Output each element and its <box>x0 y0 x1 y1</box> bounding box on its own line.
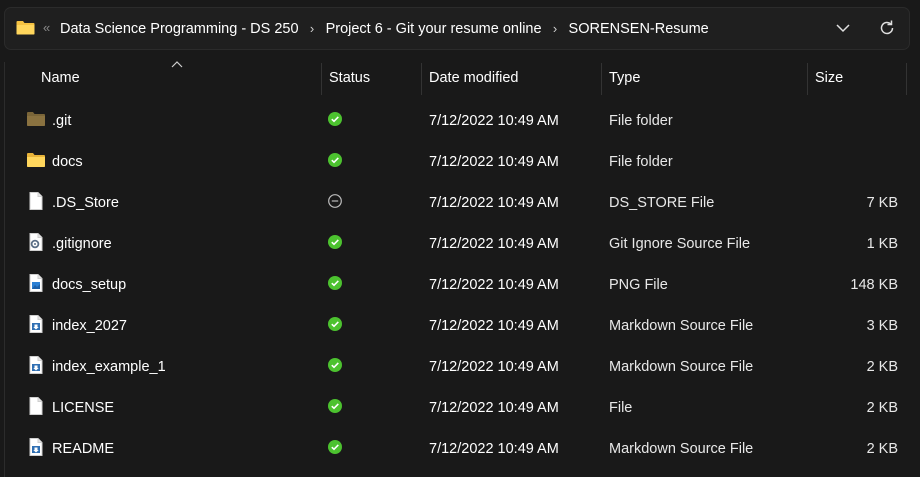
breadcrumb: Data Science Programming - DS 250 › Proj… <box>60 8 709 49</box>
file-explorer-window: « Data Science Programming - DS 250 › Pr… <box>0 0 920 477</box>
sync-status-excluded-icon <box>328 194 342 208</box>
file-type: Markdown Source File <box>609 441 754 457</box>
column-divider[interactable] <box>807 63 808 95</box>
breadcrumb-separator-chevron-icon[interactable]: › <box>299 21 326 36</box>
sync-status-check-icon <box>328 112 342 126</box>
column-header-date-modified[interactable]: Date modified <box>429 68 518 88</box>
column-divider[interactable] <box>421 63 422 95</box>
sync-status-check-icon <box>328 317 342 331</box>
folder-icon <box>16 21 35 35</box>
breadcrumb-item-current[interactable]: SORENSEN-Resume <box>569 21 709 37</box>
file-date-modified: 7/12/2022 10:49 AM <box>429 236 559 252</box>
blank-file-icon <box>29 397 43 415</box>
file-date-modified: 7/12/2022 10:49 AM <box>429 154 559 170</box>
file-type: DS_STORE File <box>609 195 715 211</box>
breadcrumb-item[interactable]: Project 6 - Git your resume online <box>326 21 542 37</box>
file-type: Git Ignore Source File <box>609 236 751 252</box>
file-row[interactable]: .git 7/12/2022 10:49 AM File folder <box>0 100 920 141</box>
file-row[interactable]: docs 7/12/2022 10:49 AM File folder <box>0 141 920 182</box>
file-date-modified: 7/12/2022 10:49 AM <box>429 400 559 416</box>
column-header-size[interactable]: Size <box>815 68 843 88</box>
blank-file-icon <box>29 192 43 210</box>
file-row[interactable]: LICENSE 7/12/2022 10:49 AM File 2 KB <box>0 387 920 428</box>
column-header-row: Name Status Date modified Type Size <box>0 57 920 99</box>
sync-status-check-icon <box>328 276 342 290</box>
sort-ascending-icon <box>171 61 183 68</box>
sync-status-check-icon <box>328 399 342 413</box>
file-date-modified: 7/12/2022 10:49 AM <box>429 318 559 334</box>
file-size: 148 KB <box>850 277 898 293</box>
file-type: PNG File <box>609 277 668 293</box>
sync-status-check-icon <box>328 153 342 167</box>
file-name: LICENSE <box>52 400 115 416</box>
file-row[interactable]: index_2027 7/12/2022 10:49 AM Markdown Sou… <box>0 305 920 346</box>
file-row[interactable]: index_example_1 7/12/2022 10:49 AM Markdow… <box>0 346 920 387</box>
file-name: docs <box>52 154 83 170</box>
file-row[interactable]: .DS_Store 7/12/2022 10:49 AM DS_STORE File… <box>0 182 920 223</box>
file-name: .gitignore <box>52 236 112 252</box>
markdown-file-icon <box>29 438 43 456</box>
file-row[interactable]: README 7/12/2022 10:49 AM Markdown Source … <box>0 428 920 469</box>
file-date-modified: 7/12/2022 10:49 AM <box>429 195 559 211</box>
file-type: Markdown Source File <box>609 318 754 334</box>
sync-status-check-icon <box>328 440 342 454</box>
file-name: index_example_1 <box>52 359 166 375</box>
breadcrumb-overflow-button[interactable]: « <box>43 19 50 37</box>
file-type: File folder <box>609 113 673 129</box>
column-divider[interactable] <box>906 63 907 95</box>
file-size: 2 KB <box>866 359 898 375</box>
file-list: .git 7/12/2022 10:49 AM File folder docs 7/1… <box>0 100 920 469</box>
file-size: 7 KB <box>866 195 898 211</box>
file-name: .git <box>52 113 72 129</box>
column-divider[interactable] <box>321 63 322 95</box>
file-size: 2 KB <box>866 441 898 457</box>
settings-file-icon <box>29 233 43 251</box>
file-type: Markdown Source File <box>609 359 754 375</box>
file-name: index_2027 <box>52 318 127 334</box>
chevron-down-icon[interactable] <box>835 21 851 35</box>
file-name: README <box>52 441 115 457</box>
file-size: 3 KB <box>866 318 898 334</box>
file-date-modified: 7/12/2022 10:49 AM <box>429 441 559 457</box>
folder-icon <box>27 153 45 167</box>
breadcrumb-separator-chevron-icon[interactable]: › <box>542 21 569 36</box>
file-type: File <box>609 400 633 416</box>
file-size: 2 KB <box>866 400 898 416</box>
file-row[interactable]: .gitignore 7/12/2022 10:49 AM Git Ignore S… <box>0 223 920 264</box>
address-bar[interactable]: « Data Science Programming - DS 250 › Pr… <box>4 7 910 50</box>
column-header-type[interactable]: Type <box>609 68 640 88</box>
file-date-modified: 7/12/2022 10:49 AM <box>429 113 559 129</box>
markdown-file-icon <box>29 315 43 333</box>
file-date-modified: 7/12/2022 10:49 AM <box>429 359 559 375</box>
file-row[interactable]: docs_setup 7/12/2022 10:49 AM PNG File 148 … <box>0 264 920 305</box>
file-date-modified: 7/12/2022 10:49 AM <box>429 277 559 293</box>
column-header-name[interactable]: Name <box>41 68 80 88</box>
file-size: 1 KB <box>866 236 898 252</box>
column-header-status[interactable]: Status <box>329 68 370 88</box>
refresh-icon[interactable] <box>878 19 896 37</box>
file-type: File folder <box>609 154 673 170</box>
file-name: .DS_Store <box>52 195 119 211</box>
column-divider[interactable] <box>601 63 602 95</box>
folder-hidden-icon <box>27 112 45 126</box>
sync-status-check-icon <box>328 358 342 372</box>
breadcrumb-item[interactable]: Data Science Programming - DS 250 <box>60 21 299 37</box>
sync-status-check-icon <box>328 235 342 249</box>
file-name: docs_setup <box>52 277 127 293</box>
image-file-icon <box>29 274 43 292</box>
markdown-file-icon <box>29 356 43 374</box>
